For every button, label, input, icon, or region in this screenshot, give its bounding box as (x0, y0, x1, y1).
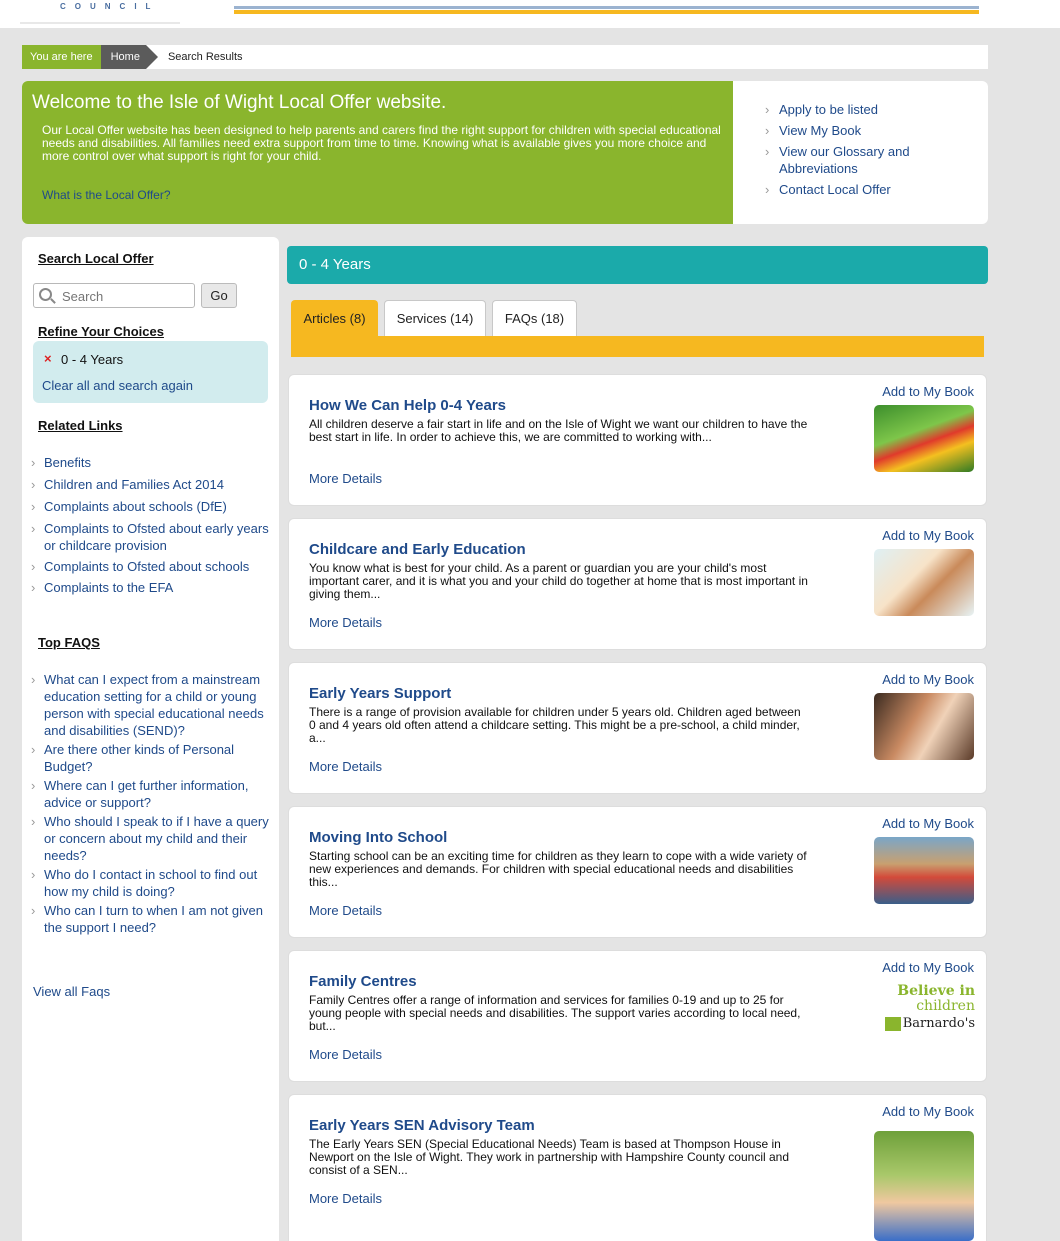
barnardos-logo[interactable]: Believe in children Barnardo's (869, 984, 975, 1044)
add-to-my-book-link[interactable]: Add to My Book (882, 384, 974, 399)
card-title-link[interactable]: Early Years Support (309, 685, 451, 702)
more-details-link[interactable]: More Details (309, 903, 382, 918)
council-logo[interactable]: COUNCIL (60, 2, 159, 11)
card-title-link[interactable]: Moving Into School (309, 829, 447, 846)
welcome-panel: Welcome to the Isle of Wight Local Offer… (22, 81, 733, 224)
clear-all-link[interactable]: Clear all and search again (42, 378, 193, 393)
refine-filter-box: × 0 - 4 Years Clear all and search again (33, 341, 268, 403)
result-card: Add to My Book Childcare and Early Educa… (288, 518, 987, 650)
faq-link[interactable]: Are there other kinds of Personal Budget… (31, 741, 271, 775)
tab-active-bar (291, 336, 984, 357)
category-header: 0 - 4 Years (287, 246, 988, 284)
site-header: COUNCIL (0, 0, 1060, 28)
related-links-heading: Related Links (38, 418, 123, 433)
mother-baby-photo[interactable] (874, 693, 974, 760)
remove-filter-icon[interactable]: × (44, 351, 52, 366)
related-link-children-families-act[interactable]: Children and Families Act 2014 (31, 476, 271, 493)
logo-line-2: children (916, 998, 975, 1014)
faq-link[interactable]: Where can I get further information, adv… (31, 777, 271, 811)
related-link-ofsted-schools[interactable]: Complaints to Ofsted about schools (31, 558, 271, 575)
card-summary: The Early Years SEN (Special Educational… (309, 1137, 790, 1177)
toddler-photo[interactable] (874, 1131, 974, 1241)
related-link-complaints-schools-dfe[interactable]: Complaints about schools (DfE) (31, 498, 271, 515)
sidebar: Search Local Offer Go Refine Your Choice… (22, 237, 279, 1241)
search-input[interactable] (62, 287, 190, 305)
header-band-blue (234, 6, 979, 9)
add-to-my-book-link[interactable]: Add to My Book (882, 528, 974, 543)
card-title-link[interactable]: Childcare and Early Education (309, 541, 526, 558)
result-card: Add to My Book Family Centres Family Cen… (288, 950, 987, 1082)
glossary-link[interactable]: View our Glossary and Abbreviations (765, 143, 965, 177)
result-tabs: Articles (8) Services (14) FAQs (18) (287, 290, 988, 362)
breadcrumb-current: Search Results (167, 51, 243, 63)
welcome-text: Our Local Offer website has been designe… (42, 123, 721, 163)
more-details-link[interactable]: More Details (309, 471, 382, 486)
search-field[interactable] (33, 283, 195, 308)
card-title-link[interactable]: How We Can Help 0-4 Years (309, 397, 506, 414)
top-faqs-heading: Top FAQS (38, 635, 100, 650)
breadcrumb-you-are-here: You are here (22, 45, 101, 69)
result-card: Add to My Book Moving Into School Starti… (288, 806, 987, 938)
faq-link[interactable]: Who should I speak to if I have a query … (31, 813, 271, 864)
card-summary: There is a range of provision available … (309, 705, 801, 745)
barnardos-mark-icon (884, 1016, 901, 1031)
result-card: Add to My Book Early Years SEN Advisory … (288, 1094, 987, 1241)
header-band-yellow (234, 10, 979, 14)
faq-link[interactable]: Who can I turn to when I am not given th… (31, 902, 271, 936)
card-summary: Starting school can be an exciting time … (309, 849, 807, 889)
add-to-my-book-link[interactable]: Add to My Book (882, 960, 974, 975)
faq-link[interactable]: What can I expect from a mainstream educ… (31, 671, 271, 739)
more-details-link[interactable]: More Details (309, 1047, 382, 1062)
related-link-ofsted-early-years[interactable]: Complaints to Ofsted about early years o… (31, 520, 271, 554)
welcome-title: Welcome to the Isle of Wight Local Offer… (32, 92, 447, 113)
result-card: Add to My Book How We Can Help 0-4 Years… (288, 374, 987, 506)
card-summary: Family Centres offer a range of informat… (309, 993, 801, 1033)
add-to-my-book-link[interactable]: Add to My Book (882, 816, 974, 831)
logo-line-1: Believe in (897, 983, 975, 999)
result-card: Add to My Book Early Years Support There… (288, 662, 987, 794)
what-is-local-offer-link[interactable]: What is the Local Offer? (42, 188, 171, 202)
search-heading: Search Local Offer (38, 251, 154, 266)
related-links-list: Benefits Children and Families Act 2014 … (31, 454, 271, 596)
classroom-photo[interactable] (874, 837, 974, 904)
card-summary: All children deserve a fair start in lif… (309, 417, 808, 444)
faq-link[interactable]: Who do I contact in school to find out h… (31, 866, 271, 900)
refine-heading: Refine Your Choices (38, 324, 164, 339)
go-button[interactable]: Go (201, 283, 237, 308)
active-filter-value: 0 - 4 Years (61, 352, 124, 367)
welcome-quick-links: Apply to be listed View My Book View our… (765, 101, 965, 202)
childcare-photo[interactable] (874, 549, 974, 616)
card-title-link[interactable]: Early Years SEN Advisory Team (309, 1117, 535, 1134)
more-details-link[interactable]: More Details (309, 615, 382, 630)
apply-to-be-listed-link[interactable]: Apply to be listed (765, 101, 965, 118)
logo-line-3: Barnardo's (902, 1016, 975, 1031)
more-details-link[interactable]: More Details (309, 759, 382, 774)
breadcrumb-home-link[interactable]: Home (100, 45, 159, 69)
search-icon (39, 288, 52, 301)
related-link-efa[interactable]: Complaints to the EFA (31, 579, 271, 596)
add-to-my-book-link[interactable]: Add to My Book (882, 672, 974, 687)
card-title-link[interactable]: Family Centres (309, 973, 417, 990)
logo-divider (20, 22, 180, 24)
children-photo[interactable] (874, 405, 974, 472)
tab-faqs[interactable]: FAQs (18) (492, 300, 577, 337)
add-to-my-book-link[interactable]: Add to My Book (882, 1104, 974, 1119)
tab-articles[interactable]: Articles (8) (291, 300, 378, 337)
more-details-link[interactable]: More Details (309, 1191, 382, 1206)
view-my-book-link[interactable]: View My Book (765, 122, 965, 139)
related-link-benefits[interactable]: Benefits (31, 454, 271, 471)
card-summary: You know what is best for your child. As… (309, 561, 808, 601)
view-all-faqs-link[interactable]: View all Faqs (33, 984, 110, 999)
welcome-banner: Welcome to the Isle of Wight Local Offer… (22, 81, 988, 224)
breadcrumb: You are here Home Search Results (22, 45, 988, 69)
tab-services[interactable]: Services (14) (384, 300, 486, 337)
top-faqs-list: What can I expect from a mainstream educ… (31, 671, 271, 936)
contact-local-offer-link[interactable]: Contact Local Offer (765, 181, 965, 198)
logo-line-3-wrap: Barnardo's (869, 1016, 975, 1031)
